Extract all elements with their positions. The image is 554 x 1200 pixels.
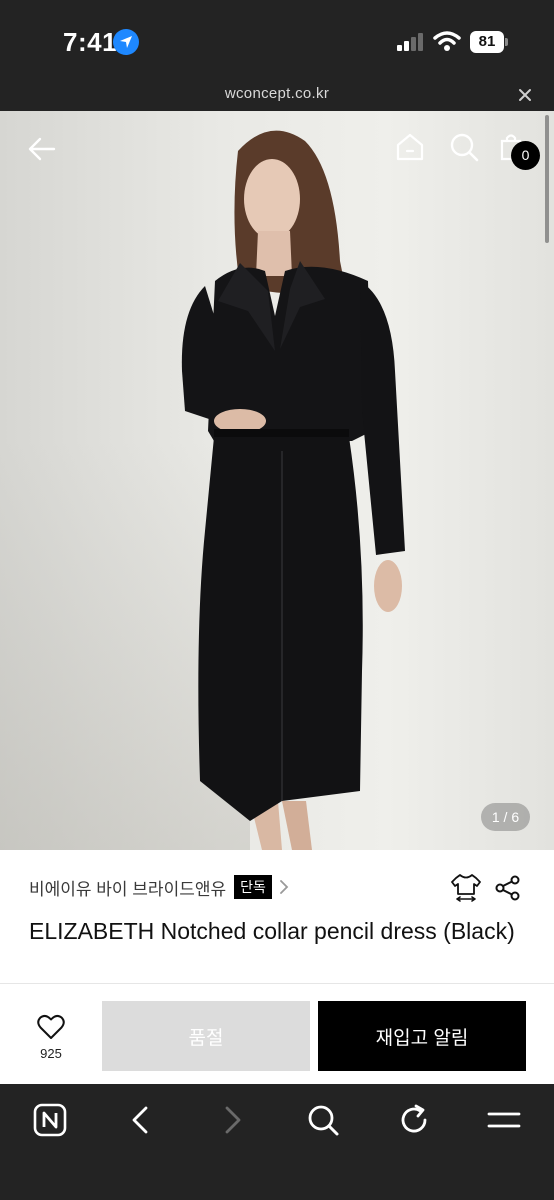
soldout-button: 품절 xyxy=(102,1001,310,1071)
product-title: ELIZABETH Notched collar pencil dress (B… xyxy=(29,918,515,944)
exclusive-badge: 단독 xyxy=(234,875,272,899)
chevron-right-icon[interactable] xyxy=(278,879,290,895)
reload-icon[interactable] xyxy=(396,1102,432,1138)
signal-icon xyxy=(397,33,423,51)
image-page-counter: 1 / 6 xyxy=(481,803,530,831)
status-time: 7:41 xyxy=(63,27,118,57)
status-bar: 7:41 81 xyxy=(0,0,554,80)
close-icon[interactable] xyxy=(515,85,535,105)
search-icon[interactable] xyxy=(448,131,480,163)
model-illustration xyxy=(181,130,405,850)
screen: 7:41 81 wconcept.co.kr 0 1 / 6 비에이유 바이 브… xyxy=(0,0,554,1200)
battery-level: 81 xyxy=(470,31,504,53)
heart-icon[interactable] xyxy=(37,1014,65,1040)
search-icon[interactable] xyxy=(305,1102,341,1138)
share-icon[interactable] xyxy=(494,874,522,902)
naver-icon[interactable] xyxy=(32,1102,68,1138)
purchase-action-bar: 925 품절 재입고 알림 xyxy=(0,983,554,1084)
scrollbar[interactable] xyxy=(545,115,549,243)
back-arrow-icon[interactable] xyxy=(26,133,58,165)
menu-icon[interactable] xyxy=(486,1102,522,1138)
back-icon[interactable] xyxy=(123,1102,159,1138)
brand-link[interactable]: 비에이유 바이 브라이드앤유 단독 xyxy=(29,874,290,900)
browser-toolbar xyxy=(0,1084,554,1200)
cart-count-badge[interactable]: 0 xyxy=(511,141,540,170)
product-info: 비에이유 바이 브라이드앤유 단독 ELIZABETH Notched coll… xyxy=(0,850,554,983)
home-icon[interactable] xyxy=(394,131,426,163)
location-arrow-icon xyxy=(113,29,139,55)
product-image[interactable]: 0 1 / 6 xyxy=(0,111,554,850)
brand-name[interactable]: 비에이유 바이 브라이드앤유 xyxy=(29,875,226,900)
wifi-icon xyxy=(433,31,461,51)
battery-icon: 81 xyxy=(470,31,508,53)
like-count: 925 xyxy=(40,1046,62,1061)
size-guide-icon[interactable] xyxy=(450,872,482,904)
restock-alert-button[interactable]: 재입고 알림 xyxy=(318,1001,526,1071)
url-text[interactable]: wconcept.co.kr xyxy=(0,85,554,102)
url-bar[interactable]: wconcept.co.kr xyxy=(0,80,554,111)
forward-icon xyxy=(225,1106,241,1134)
like-button[interactable]: 925 xyxy=(30,1014,72,1064)
